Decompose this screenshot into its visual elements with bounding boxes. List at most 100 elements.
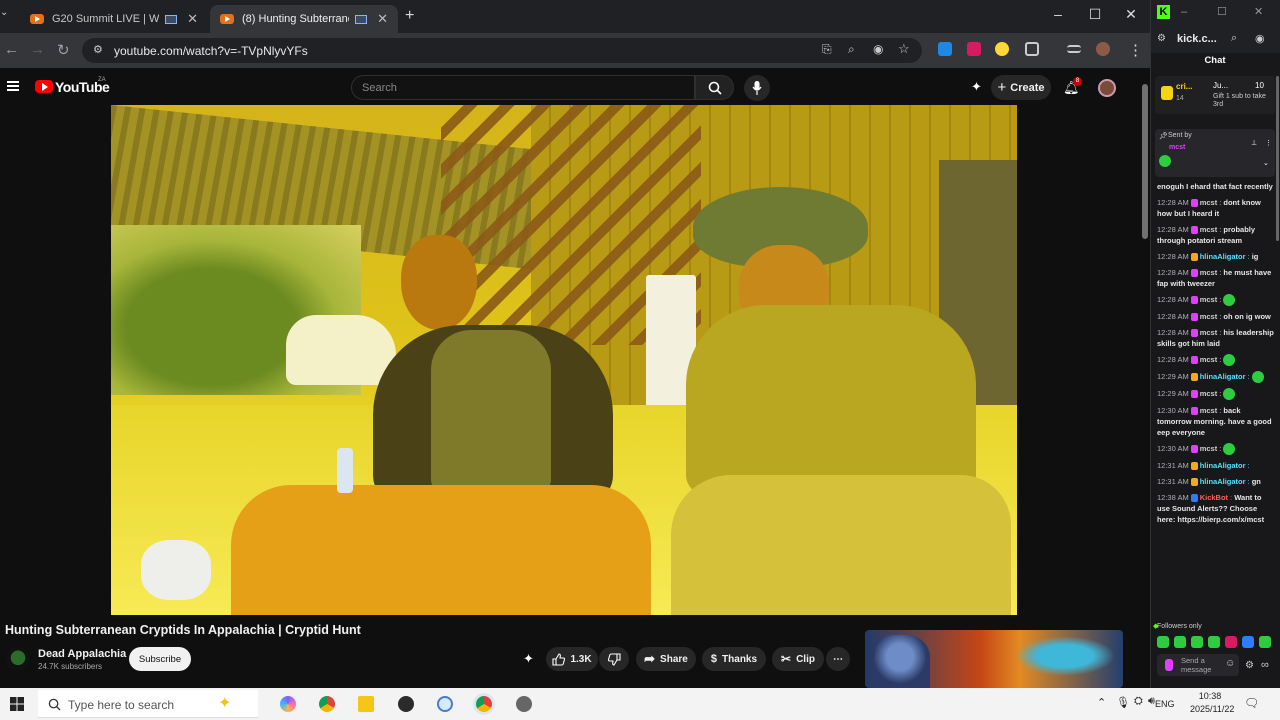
browser-menu-icon[interactable]: ⋮ [1128, 41, 1143, 59]
chrome-icon[interactable] [319, 696, 335, 712]
system-clock[interactable]: 10:38 2025/11/22 [1190, 690, 1234, 716]
eye-off-icon[interactable]: ◉ [873, 42, 883, 56]
tab-list-dropdown[interactable]: ⌄ [0, 7, 12, 25]
minimize-icon[interactable]: – [1043, 6, 1073, 22]
kick-address-bar[interactable]: ⚙ kick.c... ⌕ ◉ [1151, 27, 1280, 53]
account-avatar[interactable] [1098, 79, 1116, 97]
obs-icon[interactable] [398, 696, 414, 712]
message-username[interactable]: mcst [1200, 328, 1218, 337]
message-username[interactable]: mcst [1200, 295, 1218, 304]
message-username[interactable]: hlinaAligator [1200, 477, 1246, 486]
reload-icon[interactable]: ↻ [57, 41, 70, 59]
message-username[interactable]: hlinaAligator [1200, 372, 1246, 381]
maximize-icon[interactable]: ☐ [1080, 6, 1110, 23]
message-username[interactable]: mcst [1200, 225, 1218, 234]
chat-scrollbar[interactable] [1275, 76, 1280, 621]
menu-icon[interactable] [7, 81, 19, 91]
message-username[interactable]: mcst [1200, 406, 1218, 415]
profile-avatar[interactable] [1096, 42, 1110, 56]
forward-icon[interactable]: → [30, 41, 45, 58]
extension-icon[interactable] [995, 42, 1009, 56]
tab-g20-summit[interactable]: G20 Summit LIVE | World Le ✕ [20, 5, 208, 33]
copilot-icon[interactable] [280, 696, 296, 712]
notification-center-icon[interactable]: 🗨︎ [1244, 696, 1259, 710]
close-tab-icon[interactable]: ✕ [187, 11, 198, 27]
message-username[interactable]: mcst [1200, 198, 1218, 207]
message-username[interactable]: mcst [1200, 444, 1218, 453]
zoom-icon[interactable]: ⌕ [848, 42, 855, 57]
pinned-gift-card[interactable]: cri... 14 Ju... 10 Gift 1 sub to take 3r… [1155, 76, 1275, 114]
close-window-icon[interactable]: ✕ [1254, 5, 1263, 18]
thanks-button[interactable]: $ Thanks [702, 647, 766, 671]
chevron-down-icon[interactable]: ⌄ [1263, 159, 1269, 167]
emoji-icon[interactable]: ☺ [1225, 658, 1235, 669]
install-icon[interactable]: ⎘ [822, 42, 832, 57]
message-username[interactable]: mcst [1200, 312, 1218, 321]
scrollbar-thumb[interactable] [1142, 84, 1148, 239]
app-icon[interactable] [516, 696, 532, 712]
emote-button[interactable] [1157, 636, 1169, 648]
voice-search-button[interactable] [744, 75, 770, 101]
message-username[interactable]: mcst [1200, 389, 1218, 398]
language-indicator[interactable]: ENG [1155, 699, 1175, 709]
site-info-icon[interactable]: ⚙ [1157, 33, 1166, 44]
message-username[interactable]: mcst [1200, 268, 1218, 277]
eye-off-icon[interactable]: ◉ [1255, 32, 1265, 45]
youtube-logo-icon[interactable] [35, 80, 53, 93]
create-button[interactable]: + Create [991, 75, 1051, 100]
file-explorer-icon[interactable] [358, 696, 374, 712]
chrome-icon[interactable] [476, 696, 492, 712]
network-icon[interactable]: ⛭ [1134, 695, 1143, 708]
minimize-icon[interactable]: – [1181, 6, 1187, 18]
channel-name[interactable]: Dead Appalachia [38, 648, 126, 660]
infinity-icon[interactable]: ∞ [1261, 659, 1269, 671]
more-vertical-icon[interactable]: ⋮ [1265, 139, 1272, 147]
close-tab-icon[interactable]: ✕ [377, 11, 388, 27]
message-username[interactable]: KickBot [1200, 493, 1228, 502]
taskbar-search-input[interactable]: Type here to search ✦ [38, 690, 258, 718]
emote-button[interactable] [1208, 636, 1220, 648]
chat-scrollbar-thumb[interactable] [1276, 76, 1279, 241]
address-bar[interactable]: ⚙ youtube.com/watch?v=-TVpNlyvYFs ⎘ ⌕ ◉ … [82, 38, 922, 63]
clip-button[interactable]: ✂ Clip [772, 647, 824, 671]
back-icon[interactable]: ← [4, 41, 19, 58]
windows-start-icon[interactable] [10, 697, 24, 711]
emote-button[interactable] [1191, 636, 1203, 648]
page-scrollbar[interactable] [1140, 68, 1150, 688]
chat-message-input[interactable]: Send a message ☺ [1157, 654, 1239, 676]
ask-ai-icon[interactable]: ✦ [523, 651, 534, 667]
app-icon[interactable] [437, 696, 453, 712]
extension-icon[interactable] [938, 42, 952, 56]
zoom-icon[interactable]: ⌕ [1231, 32, 1237, 45]
extension-icon[interactable] [967, 42, 981, 56]
subscribe-button[interactable]: Subscribe [129, 647, 191, 671]
emote-button[interactable] [1174, 636, 1186, 648]
search-input[interactable]: Search [351, 75, 695, 100]
pinned-message[interactable]: 📌︎ Sent by mcst ⊥ ⋮ ⌄ [1155, 129, 1275, 177]
settings-icon[interactable]: ⚙ [1245, 660, 1254, 671]
like-button[interactable]: 1.3K [546, 647, 598, 671]
bookmark-star-icon[interactable]: ☆ [898, 41, 910, 57]
close-window-icon[interactable]: ✕ [1116, 6, 1146, 23]
maximize-icon[interactable]: ☐ [1217, 5, 1227, 18]
site-info-icon[interactable]: ⚙ [93, 43, 103, 56]
message-username[interactable]: hlinaAligator [1200, 252, 1246, 261]
emote-button[interactable] [1242, 636, 1254, 648]
search-button[interactable] [695, 75, 734, 100]
unpin-icon[interactable]: ⊥ [1251, 139, 1257, 147]
new-tab-button[interactable]: + [405, 7, 414, 25]
message-username[interactable]: hlinaAligator [1200, 461, 1246, 470]
microphone-icon[interactable]: 🎙︎ [1116, 696, 1130, 709]
chevron-up-icon[interactable]: ⌃ [1097, 696, 1106, 709]
more-actions-button[interactable]: ⋯ [826, 647, 850, 671]
media-control-icon[interactable] [1067, 45, 1081, 53]
video-player[interactable] [111, 105, 1017, 615]
share-button[interactable]: ➦ Share [636, 647, 696, 671]
channel-avatar[interactable] [6, 647, 30, 671]
dislike-button[interactable] [599, 647, 629, 671]
promo-thumbnail[interactable] [865, 630, 1123, 688]
emote-button[interactable] [1259, 636, 1271, 648]
effects-icon[interactable]: ✦ [971, 79, 982, 95]
emote-button[interactable] [1225, 636, 1237, 648]
volume-icon[interactable]: 🔊︎ [1148, 695, 1155, 708]
